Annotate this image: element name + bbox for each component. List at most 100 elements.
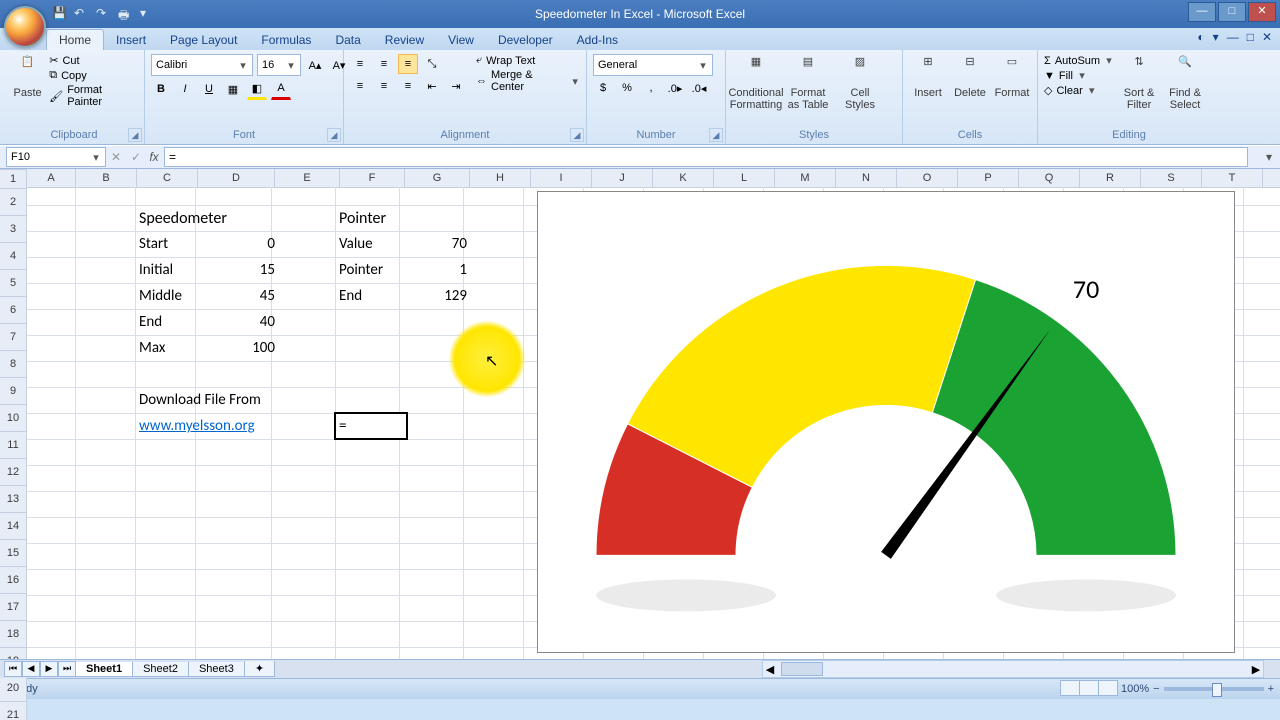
sheet-tab-3[interactable]: Sheet3 (188, 662, 245, 677)
underline-button[interactable]: U (199, 79, 219, 99)
fill-button[interactable]: ▼Fill▾ (1044, 69, 1114, 82)
indent-decrease-icon[interactable]: ⇤ (422, 76, 442, 96)
inner-minimize-icon[interactable]: — (1227, 30, 1239, 44)
qat-dropdown-icon[interactable]: ▾ (140, 6, 156, 22)
currency-icon[interactable]: $ (593, 78, 613, 98)
tab-nav-first[interactable]: ⏮ (4, 661, 22, 677)
sort-filter-button[interactable]: ⇅Sort & Filter (1118, 54, 1160, 111)
cell-styles-button[interactable]: ▨Cell Styles (836, 54, 884, 111)
clear-button[interactable]: ◇Clear▾ (1044, 84, 1114, 97)
align-center-icon[interactable]: ≡ (374, 76, 394, 96)
align-bottom-icon[interactable]: ≡ (398, 54, 418, 74)
align-left-icon[interactable]: ≡ (350, 76, 370, 96)
comma-icon[interactable]: , (641, 78, 661, 98)
wrap-text-button[interactable]: ⤶Wrap Text (476, 54, 580, 67)
orientation-icon[interactable]: ⤡ (422, 54, 442, 74)
tab-nav-last[interactable]: ⏭ (58, 661, 76, 677)
sheet-tab-1[interactable]: Sheet1 (75, 662, 133, 677)
help-icon[interactable]: ◐ (1197, 30, 1204, 44)
worksheet[interactable]: 123456789101112131415161718192021 ABCDEF… (0, 169, 1280, 659)
format-cells-button[interactable]: ▭Format (993, 54, 1031, 99)
cell-C3[interactable]: Start (135, 231, 203, 257)
ribbon-minimize-icon[interactable]: ▾ (1213, 30, 1219, 44)
font-size-select[interactable]: 16▾ (257, 54, 301, 76)
sheet-tab-2[interactable]: Sheet2 (132, 662, 189, 677)
new-sheet-button[interactable]: ✦ (244, 661, 275, 677)
row-headers[interactable]: 123456789101112131415161718192021 (0, 170, 27, 720)
tab-addins[interactable]: Add-Ins (565, 30, 630, 50)
tab-insert[interactable]: Insert (104, 30, 158, 50)
undo-icon[interactable]: ↶ (74, 6, 90, 22)
increase-decimal-icon[interactable]: .0▸ (665, 78, 685, 98)
cell-G3[interactable]: 70 (399, 231, 471, 257)
cell-D7[interactable]: 100 (195, 335, 279, 361)
cell-D6[interactable]: 40 (195, 309, 279, 335)
align-right-icon[interactable]: ≡ (398, 76, 418, 96)
cell-F4[interactable]: Pointer (335, 257, 407, 283)
cell-F5[interactable]: End (335, 283, 407, 309)
clipboard-launcher[interactable]: ◢ (128, 128, 142, 142)
view-buttons[interactable] (1060, 680, 1117, 699)
tab-review[interactable]: Review (373, 30, 436, 50)
name-box[interactable]: F10▾ (6, 147, 106, 167)
speedometer-chart[interactable]: 70 (537, 191, 1235, 653)
formula-expand-icon[interactable]: ▾ (1266, 150, 1280, 164)
cell-C6[interactable]: End (135, 309, 203, 335)
cell-C7[interactable]: Max (135, 335, 203, 361)
maximize-button[interactable]: □ (1218, 2, 1246, 22)
copy-button[interactable]: ⧉Copy (49, 69, 138, 82)
fill-color-button[interactable]: ◧ (247, 78, 267, 100)
indent-increase-icon[interactable]: ⇥ (446, 76, 466, 96)
align-middle-icon[interactable]: ≡ (374, 54, 394, 74)
tab-nav-next[interactable]: ▶ (40, 661, 58, 677)
cell-D5[interactable]: 45 (195, 283, 279, 309)
format-painter-button[interactable]: 🖌Format Painter (49, 84, 138, 108)
find-select-button[interactable]: 🔍Find & Select (1164, 54, 1206, 111)
inner-restore-icon[interactable]: □ (1247, 30, 1254, 44)
percent-icon[interactable]: % (617, 78, 637, 98)
cell-D3[interactable]: 0 (195, 231, 279, 257)
align-top-icon[interactable]: ≡ (350, 54, 370, 74)
tab-formulas[interactable]: Formulas (249, 30, 323, 50)
cell-C4[interactable]: Initial (135, 257, 203, 283)
cell-C9[interactable]: Download File From (135, 387, 343, 413)
tab-data[interactable]: Data (323, 30, 372, 50)
zoom-in-button[interactable]: + (1268, 683, 1274, 695)
cell-C10[interactable]: www.myelsson.org (135, 413, 343, 439)
tab-home[interactable]: Home (46, 29, 104, 50)
format-as-table-button[interactable]: ▤Format as Table (784, 54, 832, 111)
cell-C5[interactable]: Middle (135, 283, 203, 309)
zoom-slider[interactable] (1164, 687, 1264, 691)
bold-button[interactable]: B (151, 79, 171, 99)
border-button[interactable]: ▦ (223, 79, 243, 99)
cell-F10[interactable]: = (335, 413, 407, 439)
font-launcher[interactable]: ◢ (327, 128, 341, 142)
fx-icon[interactable]: fx (146, 150, 162, 164)
tab-view[interactable]: View (436, 30, 486, 50)
redo-icon[interactable]: ↷ (96, 6, 112, 22)
zoom-out-button[interactable]: − (1153, 683, 1159, 695)
tab-page-layout[interactable]: Page Layout (158, 30, 249, 50)
number-launcher[interactable]: ◢ (709, 128, 723, 142)
print-icon[interactable]: 🖶 (118, 6, 134, 22)
close-button[interactable]: ✕ (1248, 2, 1276, 22)
horizontal-scrollbar[interactable]: ◀▶ (762, 660, 1264, 678)
italic-button[interactable]: I (175, 79, 195, 99)
minimize-button[interactable]: — (1188, 2, 1216, 22)
alignment-launcher[interactable]: ◢ (570, 128, 584, 142)
cell-C2[interactable]: Speedometer (135, 205, 279, 231)
cell-G4[interactable]: 1 (399, 257, 471, 283)
save-icon[interactable]: 💾 (52, 6, 68, 22)
cell-F2[interactable]: Pointer (335, 205, 471, 231)
decrease-decimal-icon[interactable]: .0◂ (689, 78, 709, 98)
inner-close-icon[interactable]: ✕ (1262, 30, 1272, 44)
cell-F3[interactable]: Value (335, 231, 407, 257)
merge-center-button[interactable]: ⇔Merge & Center▾ (476, 69, 580, 93)
number-format-select[interactable]: General▾ (593, 54, 713, 76)
font-name-select[interactable]: Calibri▾ (151, 54, 253, 76)
tab-nav-prev[interactable]: ◀ (22, 661, 40, 677)
insert-cells-button[interactable]: ⊞Insert (909, 54, 947, 99)
formula-bar[interactable]: = (164, 147, 1248, 167)
font-color-button[interactable]: A (271, 78, 291, 100)
tab-developer[interactable]: Developer (486, 30, 565, 50)
